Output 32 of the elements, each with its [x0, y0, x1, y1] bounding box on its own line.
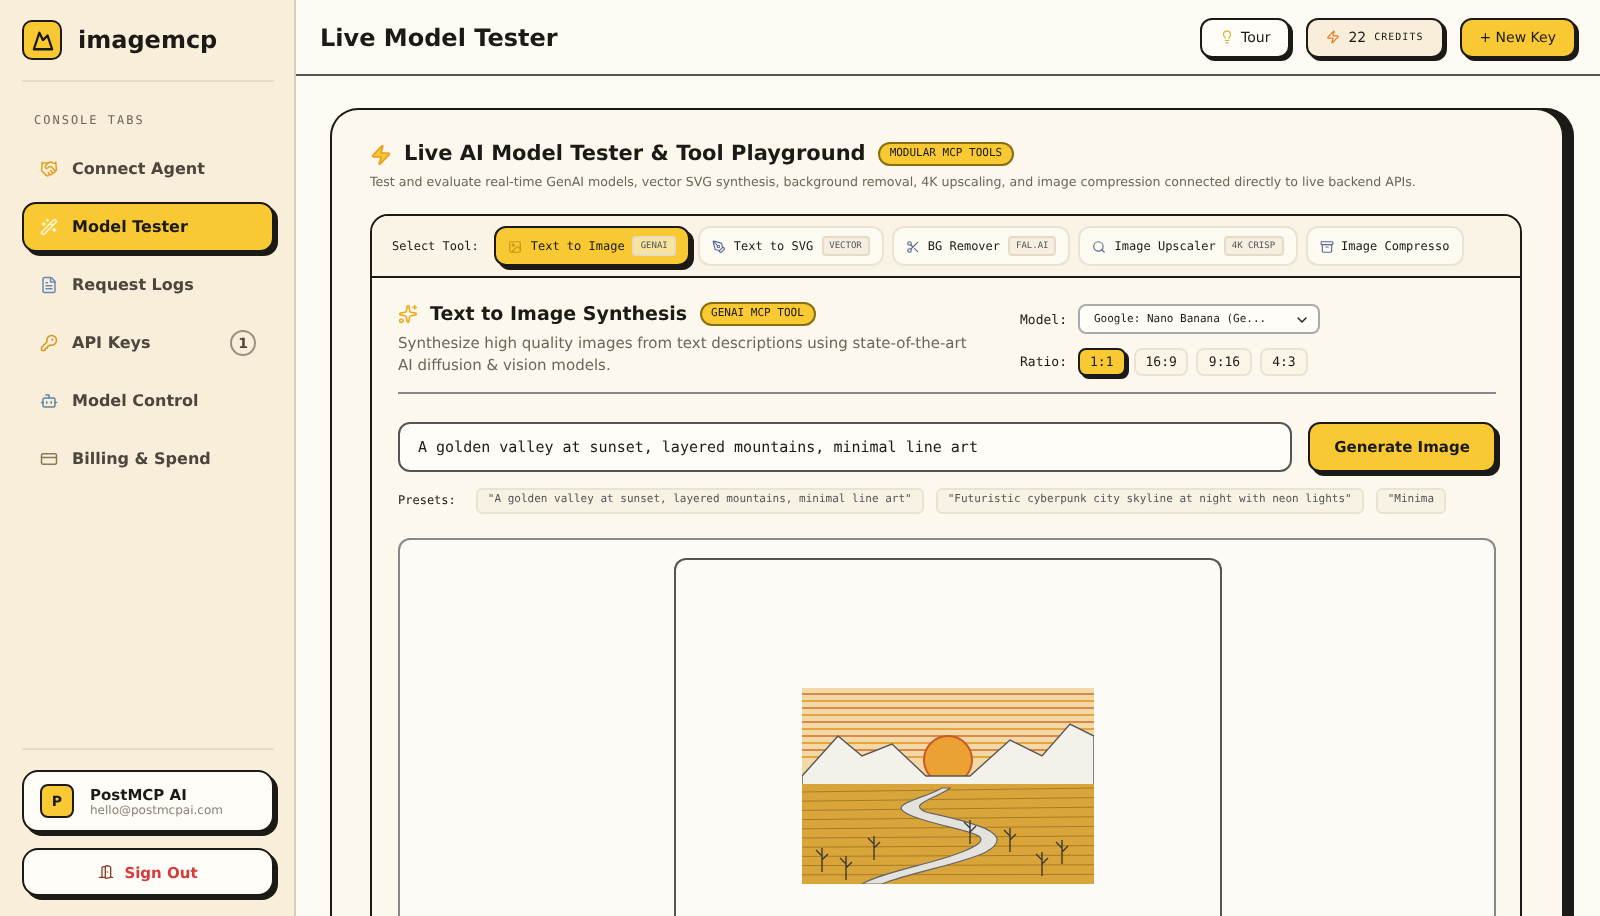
scissors-icon	[905, 239, 920, 253]
sidebar-item-label: Billing & Spend	[72, 450, 213, 468]
robot-icon	[40, 392, 58, 410]
door-icon	[98, 864, 115, 880]
document-icon	[40, 276, 58, 294]
sidebar-item-label: Connect Agent	[72, 160, 207, 178]
sidebar-item[interactable]: Request Logs	[22, 260, 274, 310]
sidebar-item[interactable]: Connect Agent	[22, 144, 274, 194]
sidebar-item-label: API Keys	[72, 334, 153, 352]
key-icon	[40, 334, 58, 352]
wand-icon	[40, 218, 58, 236]
lightning-icon	[370, 143, 392, 165]
sparkle-icon	[398, 304, 418, 324]
sidebar-item-label: Model Tester	[72, 218, 190, 236]
sidebar-item[interactable]: Billing & Spend	[22, 434, 274, 484]
sidebar-item[interactable]: Model Control	[22, 376, 274, 426]
playground-title: Live AI Model Tester & Tool Playground	[404, 142, 866, 166]
image-icon	[508, 239, 523, 253]
lightbulb-icon	[1219, 30, 1234, 44]
lightning-icon	[1326, 30, 1341, 44]
search-icon	[1092, 239, 1107, 253]
sidebar-item-label: Request Logs	[72, 276, 196, 294]
logo-icon	[22, 20, 62, 60]
pen-icon	[711, 239, 726, 253]
page-title: Live Model Tester	[320, 23, 560, 51]
sidebar-item-label: Model Control	[72, 392, 201, 410]
card-icon	[40, 450, 58, 468]
tool-title: Text to Image Synthesis	[430, 303, 688, 325]
archive-icon	[1319, 239, 1334, 253]
brand-name: imagemcp	[78, 26, 218, 54]
sidebar-item[interactable]: Model Tester	[22, 202, 274, 252]
handshake-icon	[40, 160, 58, 178]
